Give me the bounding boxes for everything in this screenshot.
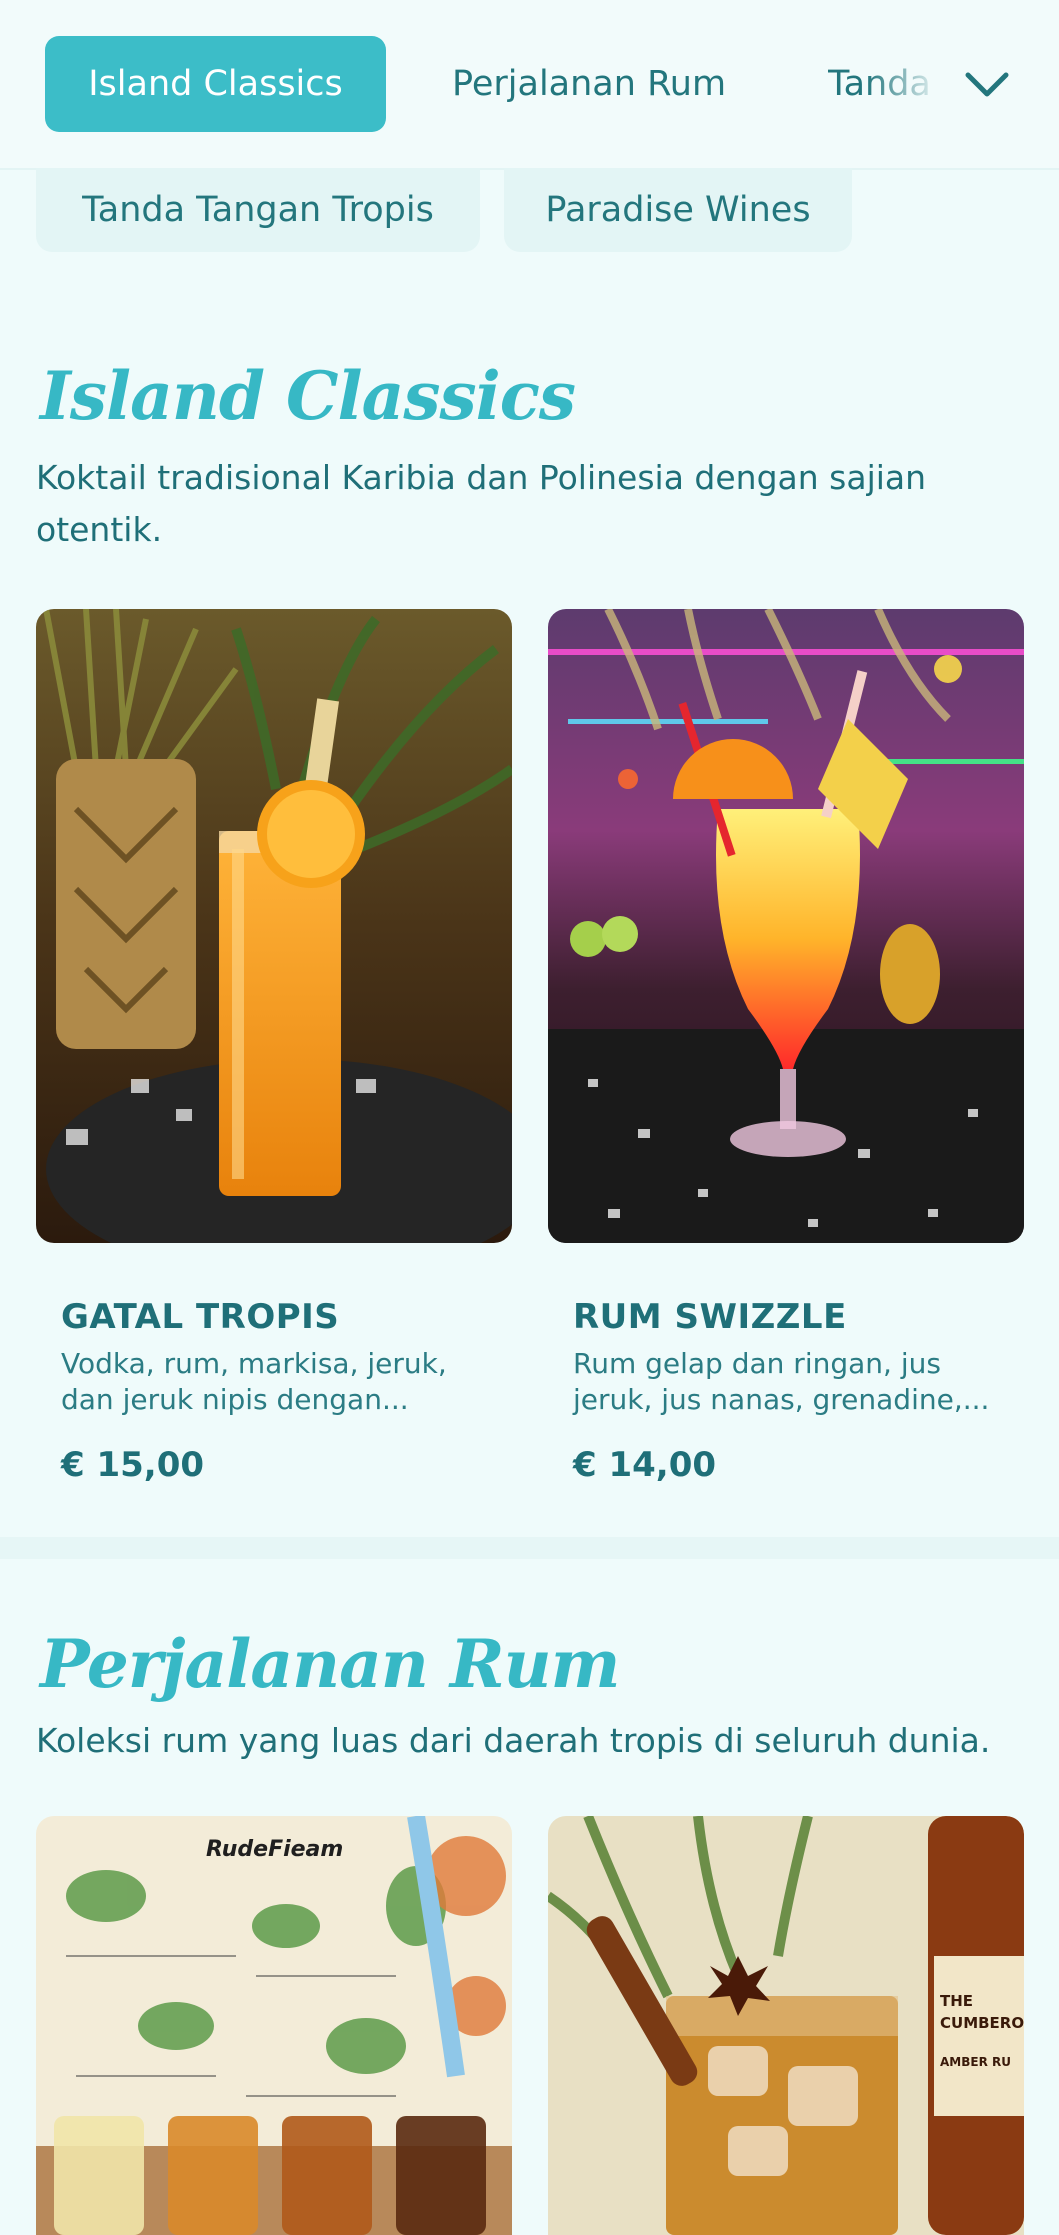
section-title-island-classics: Island Classics	[40, 357, 576, 435]
drink-image-rum-swizzle[interactable]	[548, 609, 1024, 1243]
bottle-label-text: THE	[940, 1992, 973, 2010]
drink-price: € 15,00	[61, 1445, 205, 1485]
tab-island-classics[interactable]: Island Classics	[45, 36, 386, 132]
drink-description: Vodka, rum, markisa, jeruk, dan jeruk ni…	[61, 1347, 447, 1416]
svg-text:CUMBERO: CUMBERO	[940, 2014, 1024, 2032]
drink-price: € 14,00	[573, 1445, 717, 1485]
section-title-perjalanan-rum: Perjalanan Rum	[40, 1625, 620, 1703]
chip-tanda-tangan-tropis[interactable]: Tanda Tangan Tropis	[36, 168, 480, 252]
svg-text:AMBER RU: AMBER RU	[940, 2055, 1011, 2069]
drink-image-gatal-tropis[interactable]	[36, 609, 512, 1243]
tab-perjalanan-rum[interactable]: Perjalanan Rum	[452, 36, 726, 132]
chip-paradise-wines[interactable]: Paradise Wines	[504, 168, 852, 252]
chevron-down-icon[interactable]	[962, 60, 1012, 110]
section-divider	[0, 1537, 1059, 1559]
tab-tanda[interactable]: Tanda	[828, 36, 938, 132]
drink-photo: RudeFieam	[36, 1816, 512, 2235]
category-nav: Island Classics Perjalanan Rum Tanda	[0, 0, 1059, 170]
section-description: Koleksi rum yang luas dari daerah tropis…	[36, 1721, 991, 1760]
drink-image-rum-map[interactable]: RudeFieam	[36, 1816, 512, 2235]
drink-description: Rum gelap dan ringan, jus jeruk, jus nan…	[573, 1347, 990, 1416]
drink-photo	[548, 609, 1024, 1243]
drink-photo	[36, 609, 512, 1243]
drink-name: RUM SWIZZLE	[573, 1297, 847, 1337]
section-description: Koktail tradisional Karibia dan Polinesi…	[36, 458, 927, 549]
drink-name: GATAL TROPIS	[61, 1297, 340, 1337]
drink-image-rum-glass[interactable]: THE CUMBERO AMBER RU	[548, 1816, 1024, 2235]
map-logo-text: RudeFieam	[206, 1837, 343, 1862]
drink-photo: THE CUMBERO AMBER RU	[548, 1816, 1024, 2235]
